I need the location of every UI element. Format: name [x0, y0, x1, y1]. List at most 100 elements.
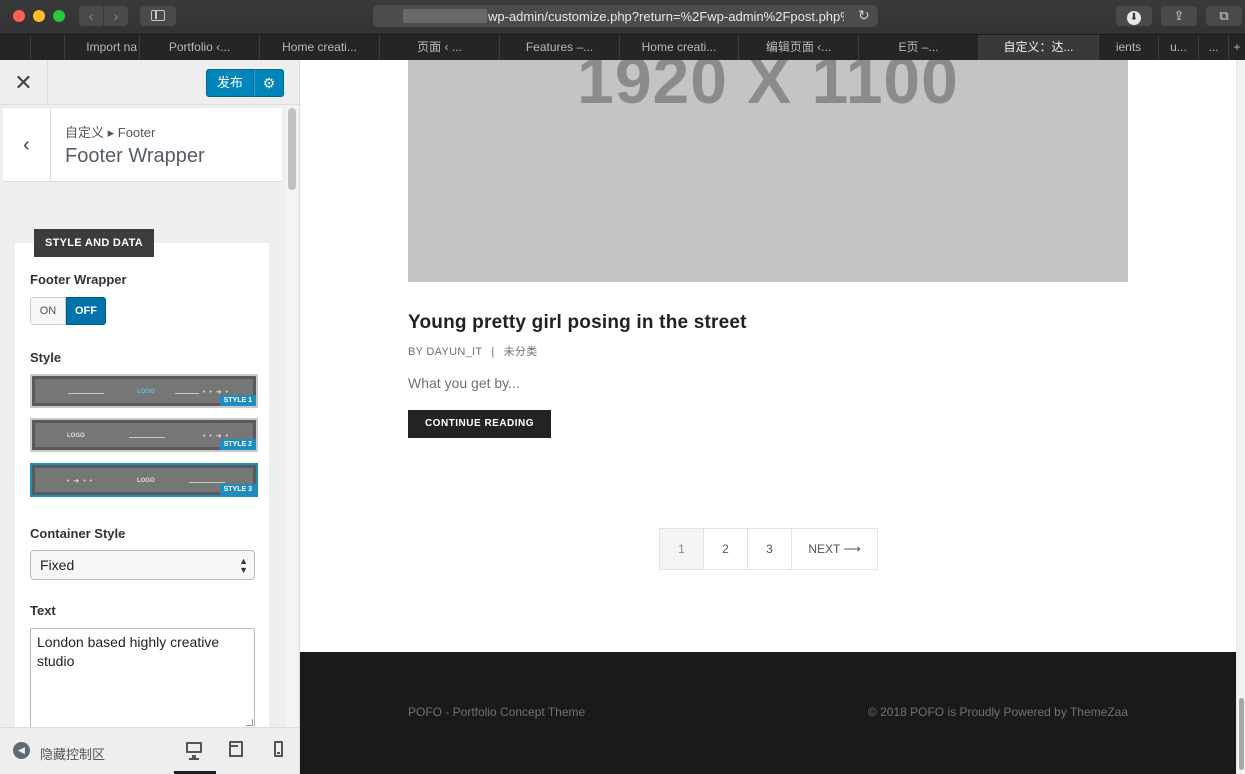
chevron-left-icon: ‹ [23, 134, 30, 156]
browser-tab[interactable]: Portfolio ‹... [139, 35, 259, 61]
select-arrows-icon: ▲ ▼ [239, 556, 248, 575]
style-preview-logo: LOGO [137, 389, 155, 395]
tablet-icon [229, 741, 243, 757]
desktop-icon [186, 742, 202, 760]
section-back-button[interactable]: ‹ [3, 108, 51, 182]
chevron-left-icon: ‹ [88, 8, 94, 24]
page-link[interactable]: 3 [748, 529, 792, 569]
section-header: ‹ 自定义 ▸ Footer Footer Wrapper [3, 108, 282, 182]
style-badge: STYLE 2 [219, 439, 256, 450]
url-redacted-segment [403, 9, 487, 23]
breadcrumb: 自定义 ▸ Footer [65, 125, 156, 140]
browser-tab[interactable]: ... [1198, 35, 1228, 61]
footer-wrapper-label: Footer Wrapper [30, 272, 127, 287]
browser-tab-active[interactable]: 自定义：达... [978, 35, 1098, 61]
style-option-1[interactable]: LOGO • • ➜ • STYLE 1 [30, 374, 258, 408]
next-label: NEXT [808, 542, 841, 556]
section-title: Footer Wrapper [65, 145, 205, 167]
gear-icon: ⚙ [262, 75, 276, 91]
address-bar[interactable]: wp-admin/customize.php?return=%2Fwp-admi… [373, 5, 878, 27]
close-icon: ✕ [14, 70, 33, 95]
post-author-link[interactable]: BY DAYUN_IT [408, 346, 482, 358]
site-preview: 1920 X 1100 Young pretty girl posing in … [300, 60, 1236, 774]
tabs-overview-button[interactable]: ⧉ [1206, 6, 1242, 26]
page-link[interactable]: 2 [704, 529, 748, 569]
preview-desktop-button[interactable] [182, 738, 206, 762]
footer-text-value: London based highly creative studio [37, 634, 220, 669]
footer-wrapper-toggle: ON OFF [30, 297, 106, 325]
style-option-3[interactable]: • ➜ • • LOGO STYLE 3 [30, 463, 258, 497]
browser-tab[interactable]: 页面 ‹ ... [379, 35, 499, 61]
post-category-link[interactable]: 未分类 [504, 346, 538, 358]
collapse-sidebar-icon[interactable]: ◀ [13, 742, 30, 759]
style-option-2[interactable]: LOGO • • ➜ • STYLE 2 [30, 418, 258, 452]
browser-tab[interactable]: u... [1158, 35, 1198, 61]
toggle-on-button[interactable]: ON [30, 297, 66, 325]
close-customizer-button[interactable]: ✕ [0, 60, 48, 105]
style-preview-logo: LOGO [67, 433, 85, 439]
share-icon: ⇪ [1173, 8, 1185, 23]
arrow-right-icon: ⟶ [843, 542, 861, 556]
preview-scrollbar[interactable] [1236, 60, 1245, 774]
download-icon: ⬇ [1127, 11, 1141, 25]
hide-controls-button[interactable]: 隐藏控制区 [40, 744, 105, 763]
url-text: wp-admin/customize.php?return=%2Fwp-admi… [488, 9, 844, 24]
browser-tab[interactable]: Features –... [499, 35, 619, 61]
reload-icon[interactable]: ↻ [858, 8, 872, 22]
post-featured-image[interactable]: 1920 X 1100 [408, 60, 1128, 282]
footer-text-input[interactable]: London based highly creative studio [30, 628, 255, 728]
browser-tab[interactable]: E页 –... [858, 35, 978, 61]
style-badge: STYLE 3 [219, 484, 256, 495]
sidebar-scrollbar-thumb[interactable] [288, 108, 296, 190]
tab-bar: Import na Portfolio ‹... Home creati... … [0, 34, 1245, 61]
publish-button[interactable]: 发布 [206, 69, 254, 97]
style-preview-line [189, 482, 225, 483]
sidebar-toggle-button[interactable] [140, 6, 176, 26]
browser-titlebar: ‹ › wp-admin/customize.php?return=%2Fwp-… [0, 0, 1245, 34]
preview-mobile-button[interactable] [266, 738, 290, 762]
chevron-right-icon: › [113, 8, 119, 24]
sidebar-icon [151, 10, 165, 21]
browser-tab[interactable] [30, 35, 64, 61]
pagination: 1 2 3 NEXT ⟶ [659, 528, 878, 570]
style-preview-line [68, 393, 104, 394]
footer-copyright: © 2018 POFO is Proudly Powered by ThemeZ… [867, 705, 1128, 719]
customizer-footer: ◀ 隐藏控制区 [0, 727, 299, 774]
preview-scrollbar-thumb[interactable] [1239, 698, 1244, 770]
container-style-select[interactable]: Fixed ▲ ▼ [30, 550, 255, 580]
browser-tab[interactable]: 编辑页面 ‹... [738, 35, 858, 61]
sidebar-scrollbar[interactable] [286, 105, 298, 774]
next-page-link[interactable]: NEXT ⟶ [792, 529, 877, 569]
close-window-button[interactable] [13, 10, 25, 22]
share-button[interactable]: ⇪ [1161, 6, 1197, 26]
toggle-off-button[interactable]: OFF [66, 297, 106, 325]
forward-button[interactable]: › [104, 6, 128, 26]
container-style-label: Container Style [30, 526, 126, 541]
page-link-current[interactable]: 1 [660, 529, 704, 569]
back-button[interactable]: ‹ [79, 6, 103, 26]
resize-grip-icon[interactable] [246, 719, 253, 726]
text-label: Text [30, 603, 56, 618]
footer-site-title: POFO - Portfolio Concept Theme [408, 705, 586, 719]
minimize-window-button[interactable] [33, 10, 45, 22]
preview-tablet-button[interactable] [224, 738, 248, 762]
publish-settings-button[interactable]: ⚙ [254, 69, 284, 97]
style-preview-line [129, 437, 165, 438]
browser-tab[interactable]: ients [1098, 35, 1158, 61]
new-tab-button[interactable]: + [1228, 35, 1245, 61]
continue-reading-button[interactable]: CONTINUE READING [408, 410, 551, 438]
browser-tab[interactable]: Home creati... [619, 35, 738, 61]
placeholder-image-text: 1920 X 1100 [577, 60, 959, 117]
browser-tab[interactable]: Home creati... [259, 35, 379, 61]
style-preview-line [175, 393, 199, 394]
zoom-window-button[interactable] [53, 10, 65, 22]
browser-tab[interactable]: Import na [64, 35, 139, 61]
customizer-sidebar: ✕ 发布 ⚙ ‹ 自定义 ▸ Footer Footer Wrapper STY… [0, 60, 300, 774]
tabs-overview-icon: ⧉ [1219, 8, 1229, 23]
style-label: Style [30, 350, 62, 365]
post-title-link[interactable]: Young pretty girl posing in the street [408, 312, 747, 334]
download-button[interactable]: ⬇ [1116, 6, 1152, 26]
panel-tab-style-and-data[interactable]: STYLE AND DATA [34, 229, 154, 257]
post-meta: BY DAYUN_IT | 未分类 [408, 343, 538, 359]
meta-separator: | [491, 346, 495, 358]
